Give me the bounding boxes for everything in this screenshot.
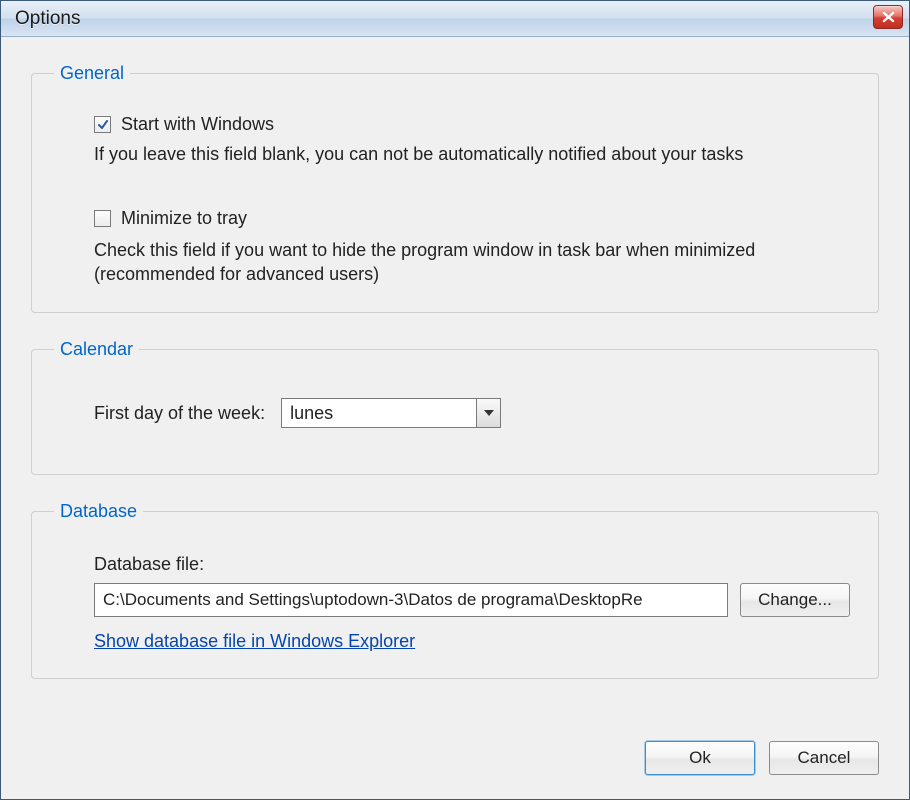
calendar-group: Calendar First day of the week: lunes xyxy=(31,339,879,475)
start-with-windows-checkbox[interactable]: Start with Windows xyxy=(94,114,274,135)
cancel-button[interactable]: Cancel xyxy=(769,741,879,775)
start-with-windows-desc: If you leave this field blank, you can n… xyxy=(94,142,850,166)
database-legend: Database xyxy=(54,501,143,522)
start-with-windows-row: Start with Windows xyxy=(94,114,850,136)
titlebar: Options xyxy=(1,1,909,37)
first-day-combobox[interactable]: lunes xyxy=(281,398,501,428)
general-group: General Start with Windows If you leave … xyxy=(31,63,879,313)
first-day-label: First day of the week: xyxy=(94,403,265,424)
minimize-to-tray-label: Minimize to tray xyxy=(121,208,247,229)
first-day-value: lunes xyxy=(282,403,476,424)
database-file-label: Database file: xyxy=(94,554,850,575)
dialog-content: General Start with Windows If you leave … xyxy=(1,37,909,731)
options-dialog: Options General Start with Windows xyxy=(0,0,910,800)
checkbox-box-icon xyxy=(94,210,111,227)
minimize-to-tray-desc: Check this field if you want to hide the… xyxy=(94,238,850,287)
chevron-down-icon xyxy=(484,410,494,416)
first-day-row: First day of the week: lunes xyxy=(94,398,850,428)
database-file-row: Change... xyxy=(94,583,850,617)
general-legend: General xyxy=(54,63,130,84)
start-with-windows-label: Start with Windows xyxy=(121,114,274,135)
ok-button[interactable]: Ok xyxy=(645,741,755,775)
minimize-to-tray-row: Minimize to tray xyxy=(94,208,850,232)
show-in-explorer-link[interactable]: Show database file in Windows Explorer xyxy=(94,631,415,652)
change-button[interactable]: Change... xyxy=(740,583,850,617)
close-button[interactable] xyxy=(873,5,903,29)
window-title: Options xyxy=(15,8,80,30)
calendar-legend: Calendar xyxy=(54,339,139,360)
dialog-footer: Ok Cancel xyxy=(1,731,909,799)
dropdown-button[interactable] xyxy=(476,399,500,427)
database-file-input[interactable] xyxy=(94,583,728,617)
minimize-to-tray-checkbox[interactable]: Minimize to tray xyxy=(94,208,247,229)
checkbox-box-icon xyxy=(94,116,111,133)
close-icon xyxy=(882,11,895,23)
checkmark-icon xyxy=(97,119,109,131)
database-group: Database Database file: Change... Show d… xyxy=(31,501,879,679)
